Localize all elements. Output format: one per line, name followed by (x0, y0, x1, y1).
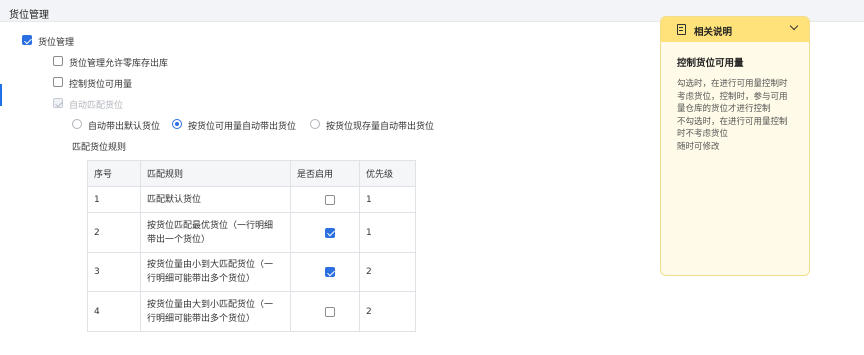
matching-rules-table: 序号 匹配规则 是否启用 优先级 1 匹配默认货位 1 2 按货位匹配最优货位（… (87, 160, 416, 332)
help-panel-title: 相关说明 (694, 27, 733, 38)
rule-text-line: 行明细可能带出多个货位） (147, 274, 256, 284)
chevron-down-icon[interactable] (789, 21, 799, 31)
page-title: 货位管理 (9, 10, 49, 21)
row-priority: 2 (359, 291, 416, 332)
row-no: 2 (87, 212, 141, 253)
row-enabled-cell (290, 186, 360, 213)
help-line: 随时可修改 (677, 141, 720, 152)
help-line: 量仓库的货位才进行控制 (677, 104, 771, 115)
matching-rules-title: 匹配货位规则 (72, 143, 127, 153)
help-line: 时不考虑货位 (677, 129, 729, 140)
control-available-qty-checkbox[interactable] (53, 77, 63, 87)
col-header-no: 序号 (87, 160, 141, 187)
allow-zero-stock-checkbox[interactable] (53, 56, 63, 66)
help-panel: 相关说明 控制货位可用量 勾选时，在进行可用量控制时 考虑货位，控制时，参与可用… (660, 16, 810, 276)
help-line: 考虑货位，控制时，参与可用 (677, 91, 788, 102)
rule-text-line: 按货位量由小到大匹配货位（一 (147, 260, 274, 270)
radio-by-available-qty[interactable] (172, 119, 182, 129)
radio-default-location-label: 自动带出默认货位 (88, 122, 161, 132)
row-no: 1 (87, 186, 141, 213)
row-enabled-checkbox[interactable] (325, 267, 335, 277)
row-enabled-cell (290, 291, 360, 332)
radio-by-current-stock-label: 按货位现存量自动带出货位 (326, 122, 435, 132)
help-panel-body: 勾选时，在进行可用量控制时 考虑货位，控制时，参与可用 量仓库的货位才进行控制 … (677, 78, 805, 154)
table-row: 2 按货位匹配最优货位（一行明细 带出一个货位） 1 (87, 212, 416, 253)
rule-text-line: 按货位量由大到小匹配货位（一 (147, 299, 274, 310)
help-panel-header[interactable]: 相关说明 (661, 17, 809, 42)
auto-match-label: 自动匹配货位 (69, 101, 124, 111)
row-priority: 1 (359, 186, 416, 213)
row-enabled-cell (290, 212, 360, 253)
rule-text-line: 匹配默认货位 (147, 194, 202, 205)
help-panel-subtitle: 控制货位可用量 (677, 58, 744, 69)
col-header-priority: 优先级 (359, 160, 416, 187)
table-row: 3 按货位量由小到大匹配货位（一 行明细可能带出多个货位） 2 (87, 252, 416, 292)
radio-default-location[interactable] (72, 119, 82, 129)
allow-zero-stock-label: 货位管理允许零库存出库 (69, 59, 169, 69)
location-management-label: 货位管理 (38, 38, 75, 48)
table-header-row: 序号 匹配规则 是否启用 优先级 (87, 160, 416, 187)
row-rule: 按货位匹配最优货位（一行明细 带出一个货位） (140, 212, 291, 253)
left-accent-bar (0, 84, 2, 106)
row-no: 3 (87, 252, 141, 292)
row-rule: 按货位量由小到大匹配货位（一 行明细可能带出多个货位） (140, 252, 291, 292)
radio-by-current-stock[interactable] (310, 119, 320, 129)
document-icon (677, 24, 686, 35)
row-priority: 2 (359, 252, 416, 292)
col-header-enabled: 是否启用 (290, 160, 360, 187)
row-priority: 1 (359, 212, 416, 253)
rule-text-line: 按货位匹配最优货位（一行明细 (147, 220, 274, 231)
auto-match-checkbox[interactable] (53, 98, 63, 108)
table-row: 1 匹配默认货位 1 (87, 186, 416, 213)
row-enabled-checkbox[interactable] (325, 194, 335, 205)
row-rule: 按货位量由大到小匹配货位（一 行明细可能带出多个货位） (140, 291, 291, 332)
row-no: 4 (87, 291, 141, 332)
help-line: 不勾选时，在进行可用量控制 (677, 116, 788, 127)
row-enabled-checkbox[interactable] (325, 227, 335, 238)
row-enabled-checkbox[interactable] (325, 306, 335, 317)
row-rule: 匹配默认货位 (140, 186, 291, 213)
col-header-rule: 匹配规则 (140, 160, 291, 187)
radio-by-available-qty-label: 按货位可用量自动带出货位 (188, 122, 297, 132)
row-enabled-cell (290, 252, 360, 292)
help-line: 勾选时，在进行可用量控制时 (677, 79, 788, 89)
rule-text-line: 带出一个货位） (147, 234, 211, 245)
control-available-qty-label: 控制货位可用量 (69, 80, 133, 90)
rule-text-line: 行明细可能带出多个货位） (147, 313, 256, 324)
location-management-checkbox[interactable] (22, 35, 32, 45)
table-row: 4 按货位量由大到小匹配货位（一 行明细可能带出多个货位） 2 (87, 291, 416, 332)
